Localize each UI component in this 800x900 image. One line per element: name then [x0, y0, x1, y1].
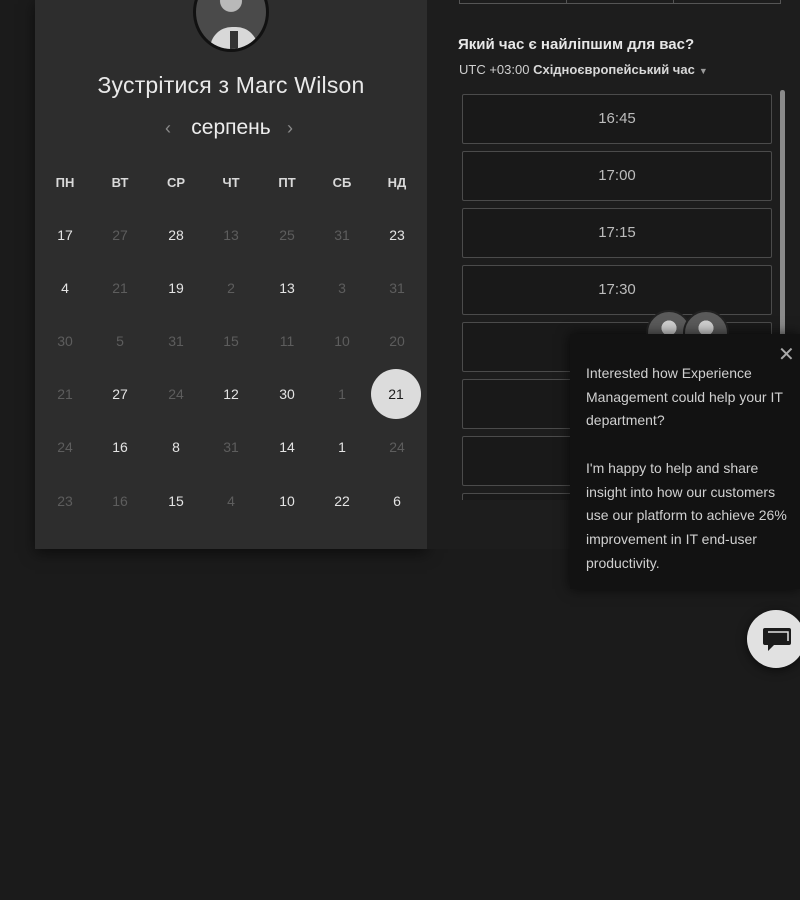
- calendar-day: 11: [279, 333, 295, 349]
- calendar-day: 1: [338, 386, 346, 402]
- tab-strip-edge: [459, 0, 781, 4]
- weekday-header: ПН: [55, 175, 75, 190]
- calendar-day[interactable]: 15: [156, 486, 196, 516]
- calendar-day: 31: [389, 280, 405, 296]
- caret-down-icon: ▼: [698, 66, 708, 76]
- chat-launcher-button[interactable]: [747, 610, 800, 668]
- calendar-day: 16: [112, 493, 128, 509]
- calendar-day[interactable]: 6: [377, 486, 417, 516]
- calendar-day[interactable]: 27: [100, 379, 140, 409]
- calendar-day: 2: [227, 280, 235, 296]
- calendar-day: 24: [57, 439, 73, 455]
- calendar-day: 23: [57, 493, 73, 509]
- calendar-day[interactable]: 12: [211, 379, 251, 409]
- chevron-right-icon[interactable]: ›: [287, 118, 293, 139]
- calendar-day: 24: [389, 439, 405, 455]
- calendar-day: 13: [223, 227, 239, 243]
- host-avatar: [193, 0, 269, 52]
- calendar-day: 27: [112, 227, 128, 243]
- chat-popup: ✕ Interested how Experience Management c…: [570, 334, 800, 589]
- month-navigation: серпень ‹ ›: [35, 116, 427, 144]
- calendar-day: 10: [334, 333, 350, 349]
- calendar-day[interactable]: 1: [322, 432, 362, 462]
- scrollbar-thumb[interactable]: [780, 90, 785, 340]
- month-label: серпень: [191, 116, 271, 139]
- calendar-day[interactable]: 22: [322, 486, 362, 516]
- timezone-offset: UTC +03:00: [459, 62, 534, 77]
- weekday-header: СР: [166, 175, 186, 190]
- selected-day[interactable]: 21: [371, 369, 421, 419]
- calendar-day: 31: [334, 227, 350, 243]
- calendar-panel: Зустрітися з Marc Wilson серпень ‹ › ПН В…: [35, 0, 427, 549]
- chat-bubble-icon: [763, 628, 791, 651]
- time-question: Який час є найліпшим для вас?: [458, 36, 695, 53]
- calendar-day[interactable]: 17: [45, 220, 85, 250]
- calendar-day[interactable]: 13: [267, 273, 307, 303]
- calendar-day: 3: [338, 280, 346, 296]
- chevron-left-icon[interactable]: ‹: [165, 118, 171, 139]
- calendar-day[interactable]: 28: [156, 220, 196, 250]
- calendar-day: 5: [116, 333, 124, 349]
- calendar-day: 31: [223, 439, 239, 455]
- calendar-day[interactable]: 14: [267, 432, 307, 462]
- calendar-day: 30: [57, 333, 73, 349]
- calendar-day: 31: [168, 333, 184, 349]
- timezone-name: Східноєвропейський час: [533, 62, 695, 77]
- time-slot[interactable]: 17:00: [462, 151, 772, 201]
- time-slot[interactable]: 17:30: [462, 265, 772, 315]
- time-slot[interactable]: 16:45: [462, 94, 772, 144]
- calendar-day: 21: [112, 280, 128, 296]
- weekday-header: ПТ: [278, 175, 296, 190]
- calendar-day[interactable]: 19: [156, 273, 196, 303]
- calendar-day: 4: [227, 493, 235, 509]
- weekday-header: ЧТ: [222, 175, 240, 190]
- calendar-day: 15: [223, 333, 239, 349]
- calendar-day[interactable]: 10: [267, 486, 307, 516]
- calendar-day: 25: [279, 227, 295, 243]
- weekday-header: НД: [387, 175, 407, 190]
- calendar-day[interactable]: 30: [267, 379, 307, 409]
- calendar-day[interactable]: 16: [100, 432, 140, 462]
- calendar-day[interactable]: 8: [156, 432, 196, 462]
- weekday-header: ВТ: [111, 175, 129, 190]
- calendar-day[interactable]: 23: [377, 220, 417, 250]
- calendar-day: 20: [389, 333, 405, 349]
- calendar-day: 24: [168, 386, 184, 402]
- meeting-title: Зустрітися з Marc Wilson: [97, 72, 365, 98]
- chat-message: Interested how Experience Management cou…: [586, 365, 787, 571]
- calendar-day: 21: [57, 386, 73, 402]
- time-slot[interactable]: 17:15: [462, 208, 772, 258]
- weekday-header: СБ: [332, 175, 352, 190]
- timezone-selector[interactable]: UTC +03:00 Східноєвропейський час ▼: [459, 62, 708, 77]
- calendar-day[interactable]: 4: [45, 273, 85, 303]
